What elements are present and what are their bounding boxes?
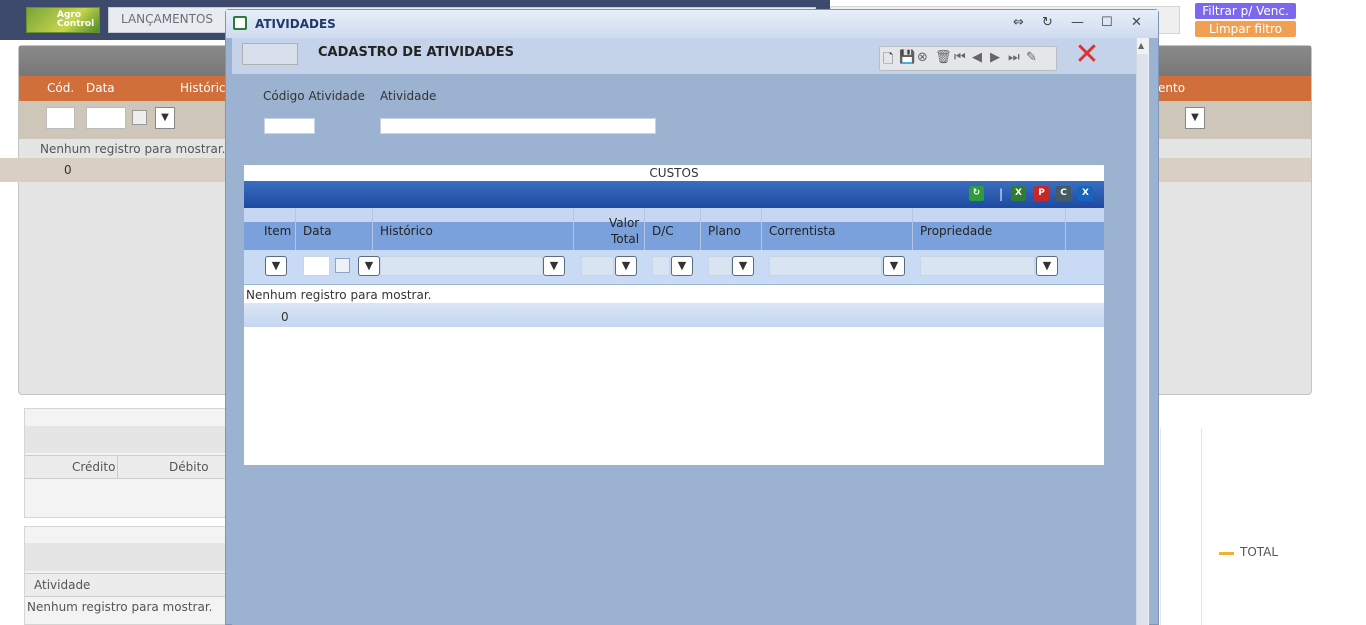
col-historico[interactable]: Histórico xyxy=(380,224,433,238)
agro-control-logo: Agro Control xyxy=(26,7,100,33)
filter-propriedade-icon[interactable]: ▼ xyxy=(1036,256,1058,276)
scrollbar-thumb[interactable] xyxy=(1137,54,1148,625)
custos-count: 0 xyxy=(281,310,289,324)
totals-header: Crédito Débito xyxy=(25,455,229,479)
calendar-icon[interactable] xyxy=(132,110,147,125)
codigo-input[interactable] xyxy=(264,118,315,134)
filter-valor-icon[interactable]: ▼ xyxy=(615,256,637,276)
filter-data-input[interactable] xyxy=(303,256,330,276)
refresh-icon[interactable]: ↻ xyxy=(1042,16,1053,30)
refresh-icon[interactable]: ↻ xyxy=(969,186,984,201)
window-icon xyxy=(233,16,247,30)
atividades-empty-message: Nenhum registro para mostrar. xyxy=(27,600,213,614)
excel-export-icon[interactable]: X xyxy=(1011,186,1026,201)
save-icon[interactable]: 💾 xyxy=(899,50,915,65)
scroll-up-icon[interactable]: ▲ xyxy=(1138,41,1144,50)
atividades-toolbar xyxy=(25,543,229,571)
filter-data-input[interactable] xyxy=(86,107,126,129)
cancel-icon[interactable]: ⊗ xyxy=(917,50,928,65)
filter-correntista-input[interactable] xyxy=(769,256,882,276)
filter-cod-input[interactable] xyxy=(46,107,75,129)
filter-data-icon[interactable]: ▼ xyxy=(358,256,380,276)
col-valor[interactable]: Valor xyxy=(609,216,639,230)
chart-area xyxy=(1160,428,1202,625)
menu-item-lancamentos[interactable]: LANÇAMENTOS xyxy=(121,12,213,26)
csv-export-icon[interactable]: C xyxy=(1056,186,1071,201)
col-data[interactable]: Data xyxy=(303,224,332,238)
custos-count-row xyxy=(244,303,1104,327)
edit-icon[interactable]: ✎ xyxy=(1026,50,1037,65)
filter-dc-icon[interactable]: ▼ xyxy=(671,256,693,276)
last-icon[interactable]: ⏭ xyxy=(1008,50,1020,65)
prev-icon[interactable]: ◀ xyxy=(972,50,982,65)
col-credito[interactable]: Crédito xyxy=(72,460,115,474)
custos-title: CUSTOS xyxy=(649,166,699,180)
toolbar-separator: | xyxy=(999,187,1004,201)
col-data[interactable]: Data xyxy=(86,81,115,95)
calendar-icon[interactable] xyxy=(335,258,350,273)
col-correntista[interactable]: Correntista xyxy=(769,224,835,238)
form-title: CADASTRO DE ATIVIDADES xyxy=(318,45,515,60)
minimize-icon[interactable]: — xyxy=(1071,16,1084,30)
custos-empty-message: Nenhum registro para mostrar. xyxy=(246,288,432,302)
atividade-input[interactable] xyxy=(380,118,656,134)
filter-item-icon[interactable]: ▼ xyxy=(265,256,287,276)
filter-icon[interactable]: ▼ xyxy=(155,107,175,129)
col-total[interactable]: Total xyxy=(611,232,639,246)
close-form-icon[interactable]: ✕ xyxy=(1072,40,1102,70)
grid-empty-message: Nenhum registro para mostrar. xyxy=(40,142,226,156)
filter-historico-input[interactable] xyxy=(380,256,543,276)
new-icon[interactable]: 🗋 xyxy=(883,50,893,72)
logo-text: Agro Control xyxy=(57,10,95,29)
broken-image-icon xyxy=(242,43,298,65)
legend-label: TOTAL xyxy=(1240,545,1279,559)
pdf-export-icon[interactable]: P xyxy=(1034,186,1049,201)
pin-icon[interactable]: ⇔ xyxy=(1013,16,1024,30)
grid-count: 0 xyxy=(64,163,72,177)
col-cod[interactable]: Cód. xyxy=(47,81,74,95)
filter-valor-input[interactable] xyxy=(581,256,614,276)
filter-icon[interactable]: ▼ xyxy=(1185,107,1205,129)
filter-correntista-icon[interactable]: ▼ xyxy=(883,256,905,276)
col-atividade[interactable]: Atividade xyxy=(34,578,90,592)
col-propriedade[interactable]: Propriedade xyxy=(920,224,992,238)
atividades-header: Atividade xyxy=(25,573,229,597)
filtrar-venc-button[interactable]: Filtrar p/ Venc. xyxy=(1195,3,1296,19)
legend-swatch xyxy=(1219,552,1234,555)
col-vencimento[interactable]: ento xyxy=(1158,81,1185,95)
col-plano[interactable]: Plano xyxy=(708,224,741,238)
filter-plano-icon[interactable]: ▼ xyxy=(732,256,754,276)
modal-title: ATIVIDADES xyxy=(255,17,336,31)
filter-historico-icon[interactable]: ▼ xyxy=(543,256,565,276)
col-divider xyxy=(117,456,118,478)
totals-toolbar xyxy=(25,426,229,453)
codigo-label: Código Atividade xyxy=(263,89,365,103)
maximize-icon[interactable]: ☐ xyxy=(1101,16,1113,30)
form-toolbar: 🗋 💾 ⊗ 🗑 ⏮ ◀ ▶ ⏭ ✎ xyxy=(879,46,1057,71)
col-debito[interactable]: Débito xyxy=(169,460,209,474)
col-item[interactable]: Item xyxy=(264,224,291,238)
filter-plano-input[interactable] xyxy=(708,256,732,276)
delete-icon[interactable]: 🗑 xyxy=(935,50,952,65)
filter-dc-input[interactable] xyxy=(652,256,670,276)
col-dc[interactable]: D/C xyxy=(652,224,674,238)
atividade-label: Atividade xyxy=(380,89,437,103)
limpar-filtro-button[interactable]: Limpar filtro xyxy=(1195,21,1296,37)
first-icon[interactable]: ⏮ xyxy=(954,50,966,65)
filter-propriedade-input[interactable] xyxy=(920,256,1035,276)
close-window-icon[interactable]: ✕ xyxy=(1131,16,1142,30)
xml-export-icon[interactable]: X xyxy=(1078,186,1093,201)
next-icon[interactable]: ▶ xyxy=(990,50,1000,65)
